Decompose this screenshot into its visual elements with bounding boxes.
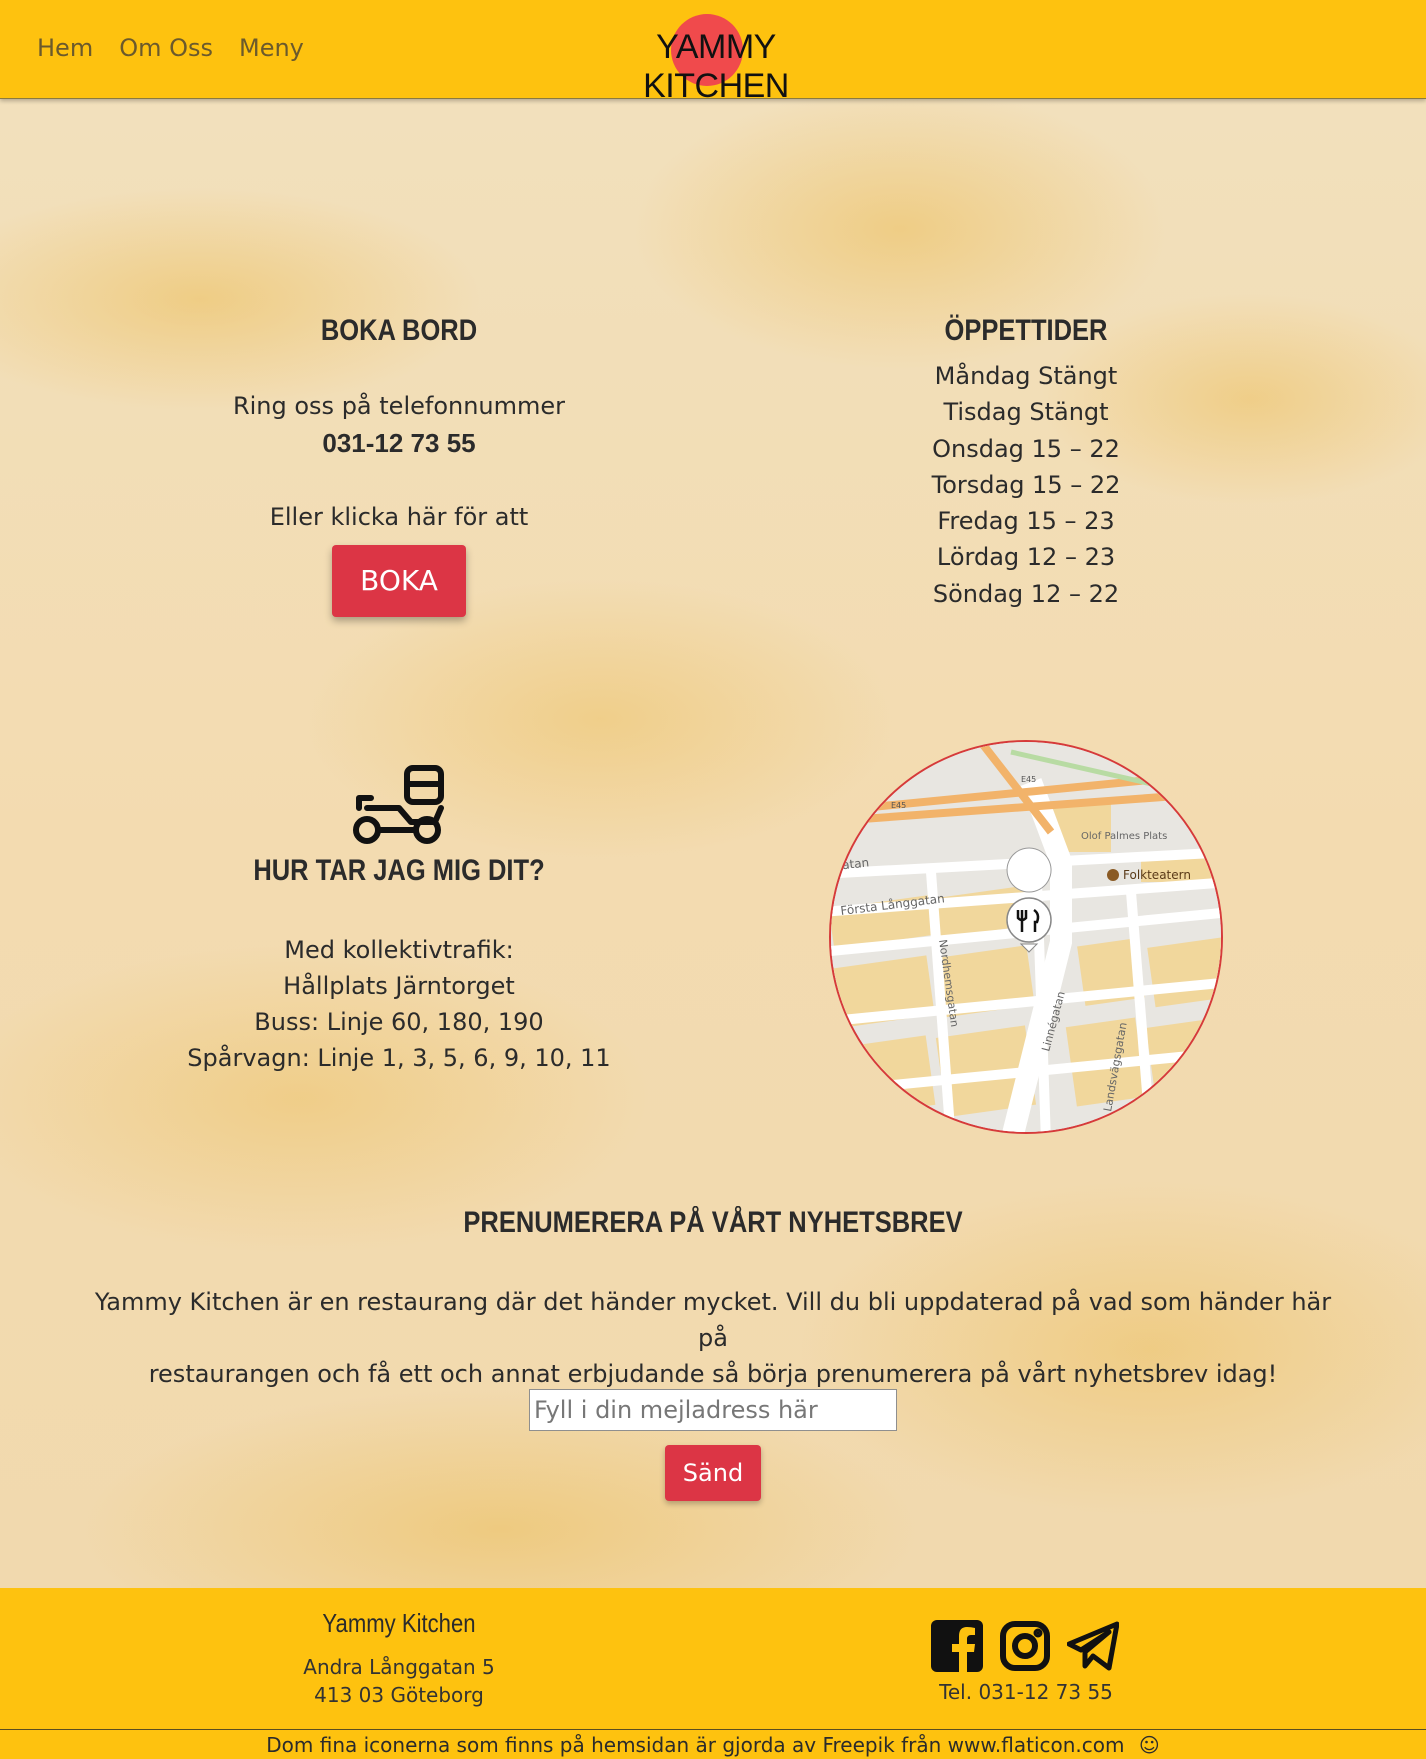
logo-text: YAMMY KITCHEN (643, 28, 789, 105)
freepik-link[interactable]: Freepik (822, 1733, 894, 1757)
newsletter-description-line1: Yammy Kitchen är en restaurang där det h… (94, 1288, 1332, 1352)
hours-item: Tisdag Stängt (943, 398, 1109, 427)
hours-item: Torsdag 15 – 22 (931, 470, 1121, 499)
map-label-e45-a: E45 (891, 801, 906, 810)
hours-item: Onsdag 15 – 22 (932, 434, 1120, 463)
hours-item: Fredag 15 – 23 (937, 507, 1115, 536)
nav-link-meny[interactable]: Meny (239, 34, 304, 62)
directions-line: Spårvagn: Linje 1, 3, 5, 6, 9, 10, 11 (187, 1044, 611, 1072)
newsletter-email-input[interactable] (529, 1389, 897, 1431)
footer-address-block: Yammy Kitchen Andra Långgatan 5 413 03 G… (199, 1608, 599, 1709)
smiley-icon: ☺ (1138, 1733, 1160, 1757)
opening-hours-list: Måndag Stängt Tisdag Stängt Onsdag 15 – … (826, 358, 1226, 612)
booking-phone: 031-12 73 55 (322, 428, 476, 458)
footer-restaurant-name: Yammy Kitchen (322, 1608, 476, 1638)
map-label-e45-b: E45 (1021, 775, 1036, 784)
newsletter-title: PRENUMERERA PÅ VÅRT NYHETSBREV (463, 1206, 963, 1239)
social-links (931, 1620, 1120, 1672)
booking-title: BOKA BORD (320, 314, 478, 347)
site-logo[interactable]: YAMMY KITCHEN (586, 14, 846, 105)
map-label-folkteatern: Folkteatern (1123, 868, 1191, 882)
hours-item: Söndag 12 – 22 (932, 579, 1120, 608)
newsletter-description-line2: restaurangen och få ett och annat erbjud… (148, 1360, 1278, 1388)
opening-hours-title: ÖPPETTIDER (944, 314, 1108, 347)
nav-link-om-oss[interactable]: Om Oss (119, 34, 213, 62)
directions-line: Med kollektivtrafik: (284, 936, 514, 964)
telegram-icon[interactable] (1066, 1620, 1120, 1672)
newsletter-section: PRENUMERERA PÅ VÅRT NYHETSBREV Yammy Kit… (80, 1206, 1346, 1392)
map-label-olof: Olof Palmes Plats (1081, 831, 1167, 842)
site-footer: Yammy Kitchen Andra Långgatan 5 413 03 G… (0, 1588, 1426, 1730)
footer-credits: Dom fina iconerna som finns på hemsidan … (0, 1729, 1426, 1759)
flaticon-link[interactable]: www.flaticon.com (948, 1733, 1125, 1757)
footer-phone: Tel. 031-12 73 55 (939, 1680, 1113, 1704)
site-header: Hem Om Oss Meny YAMMY KITCHEN (0, 0, 1426, 105)
directions-title: HUR TAR JAG MIG DIT? (253, 854, 545, 887)
directions-section: HUR TAR JAG MIG DIT? Med kollektivtrafik… (179, 762, 619, 1076)
booking-section: BOKA BORD Ring oss på telefonnummer 031-… (199, 314, 599, 617)
opening-hours-section: ÖPPETTIDER Måndag Stängt Tisdag Stängt O… (826, 314, 1226, 612)
booking-call-text: Ring oss på telefonnummer (232, 392, 566, 420)
directions-lines: Med kollektivtrafik: Hållplats Järntorge… (179, 932, 619, 1076)
instagram-icon[interactable] (999, 1620, 1051, 1672)
credit-prefix: Dom fina iconerna som finns på hemsidan … (266, 1733, 817, 1757)
scooter-delivery-icon (349, 762, 449, 846)
hours-item: Måndag Stängt (934, 362, 1118, 390)
location-map[interactable]: E45 E45 Olof Palmes Plats Folkteatern ga… (829, 740, 1223, 1134)
directions-line: Buss: Linje 60, 180, 190 (254, 1008, 544, 1036)
footer-address-line2: 413 03 Göteborg (314, 1683, 484, 1707)
theater-poi-icon (1107, 869, 1119, 881)
newsletter-send-button[interactable]: Sänd (665, 1445, 761, 1501)
facebook-icon[interactable] (931, 1620, 983, 1672)
credit-from: från (901, 1733, 942, 1757)
directions-line: Hållplats Järntorget (283, 972, 515, 1000)
book-button[interactable]: BOKA (332, 545, 466, 617)
footer-address-line1: Andra Långgatan 5 (303, 1655, 495, 1679)
booking-click-text: Eller klicka här för att (269, 503, 529, 531)
hours-item: Lördag 12 – 23 (936, 543, 1116, 572)
nav-link-hem[interactable]: Hem (37, 34, 93, 62)
main-nav: Hem Om Oss Meny (37, 34, 304, 62)
